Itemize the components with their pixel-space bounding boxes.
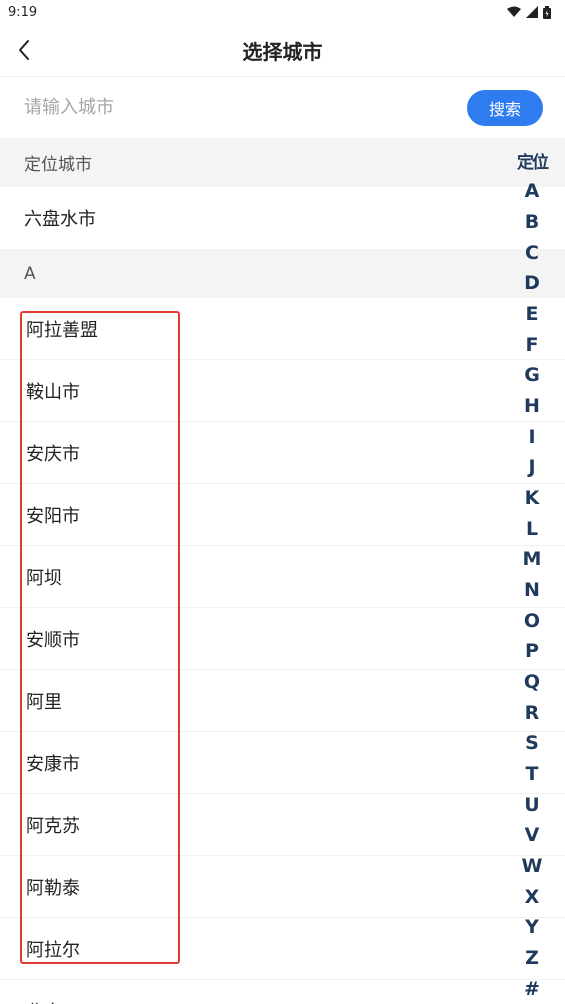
index-letter[interactable]: B bbox=[525, 207, 539, 238]
index-letter[interactable]: S bbox=[525, 728, 539, 759]
battery-icon bbox=[543, 5, 551, 19]
back-button[interactable] bbox=[6, 32, 42, 68]
search-input[interactable] bbox=[24, 87, 467, 128]
app-header: 选择城市 bbox=[0, 24, 565, 76]
list-item[interactable]: 阿拉尔 bbox=[0, 918, 565, 980]
signal-icon bbox=[526, 6, 538, 18]
index-located[interactable]: 定位 bbox=[517, 146, 549, 176]
index-letter[interactable]: G bbox=[524, 360, 540, 391]
index-letter[interactable]: X bbox=[525, 881, 540, 912]
index-letter[interactable]: P bbox=[525, 636, 539, 667]
section-header-located: 定位城市 bbox=[0, 138, 565, 187]
section-header-a: A bbox=[0, 249, 565, 298]
index-letter[interactable]: D bbox=[524, 268, 540, 299]
index-letter[interactable]: Z bbox=[525, 943, 539, 974]
list-item[interactable]: 阿克苏 bbox=[0, 794, 565, 856]
alphabet-index-bar[interactable]: 定位 A B C D E F G H I J K L M N O P Q R S… bbox=[512, 146, 552, 1004]
city-list[interactable]: 定位城市 六盘水市 A 阿拉善盟 鞍山市 安庆市 安阳市 阿坝 安顺市 阿里 安… bbox=[0, 138, 565, 1004]
index-letter[interactable]: V bbox=[525, 820, 540, 851]
wifi-icon bbox=[507, 6, 521, 17]
search-bar: 搜索 bbox=[0, 76, 565, 138]
index-letter[interactable]: H bbox=[524, 391, 540, 422]
index-letter[interactable]: F bbox=[526, 329, 539, 360]
list-item[interactable]: 阿拉善盟 bbox=[0, 298, 565, 360]
list-item[interactable]: 阿里 bbox=[0, 670, 565, 732]
index-letter[interactable]: O bbox=[524, 605, 540, 636]
index-letter[interactable]: L bbox=[526, 513, 538, 544]
index-letter[interactable]: J bbox=[528, 452, 535, 483]
index-letter[interactable]: E bbox=[526, 299, 539, 330]
index-letter[interactable]: A bbox=[525, 176, 540, 207]
index-letter[interactable]: Y bbox=[525, 912, 539, 943]
located-city[interactable]: 六盘水市 bbox=[0, 187, 565, 249]
index-letter[interactable]: C bbox=[525, 237, 539, 268]
index-letter[interactable]: T bbox=[526, 759, 539, 790]
list-item[interactable]: 安顺市 bbox=[0, 608, 565, 670]
status-time: 9:19 bbox=[8, 4, 38, 20]
search-button[interactable]: 搜索 bbox=[467, 89, 543, 126]
index-letter[interactable]: I bbox=[528, 421, 535, 452]
list-item[interactable]: 阿勒泰 bbox=[0, 856, 565, 918]
index-letter[interactable]: R bbox=[525, 697, 540, 728]
chevron-left-icon bbox=[19, 40, 29, 60]
index-letter[interactable]: U bbox=[524, 789, 539, 820]
index-letter[interactable]: M bbox=[523, 544, 542, 575]
index-letter[interactable]: Q bbox=[524, 667, 540, 698]
status-bar: 9:19 bbox=[0, 0, 565, 24]
status-icons bbox=[507, 5, 551, 19]
index-letter[interactable]: N bbox=[524, 575, 540, 606]
list-item[interactable]: 安阳市 bbox=[0, 484, 565, 546]
page-title: 选择城市 bbox=[242, 39, 323, 64]
index-letter[interactable]: W bbox=[522, 851, 543, 882]
index-letter[interactable]: K bbox=[525, 483, 540, 514]
list-item[interactable]: 阿坝 bbox=[0, 546, 565, 608]
index-letter[interactable]: # bbox=[524, 973, 540, 1004]
list-item[interactable]: 鞍山市 bbox=[0, 360, 565, 422]
list-item[interactable]: 安庆市 bbox=[0, 422, 565, 484]
list-item-partial[interactable]: 北京 bbox=[0, 980, 565, 1004]
list-item[interactable]: 安康市 bbox=[0, 732, 565, 794]
